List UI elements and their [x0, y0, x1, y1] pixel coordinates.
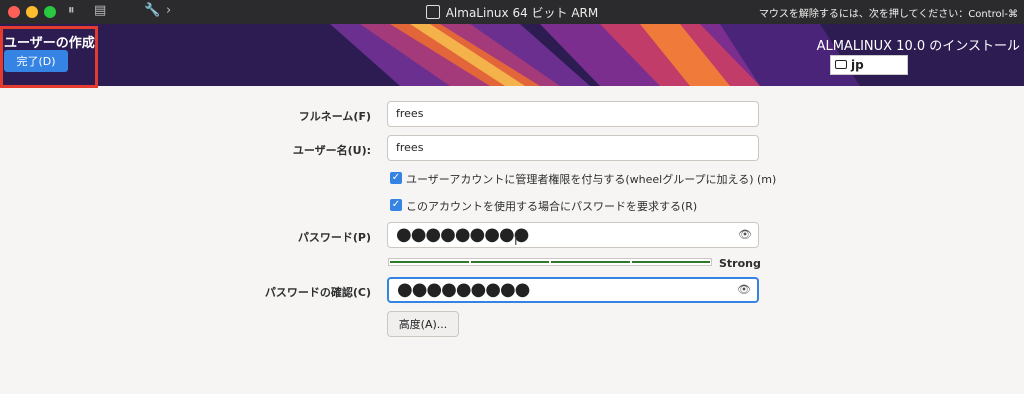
app-icon [425, 5, 440, 19]
confirm-password-label: パスワードの確認(C) [264, 286, 371, 299]
fullname-field[interactable]: frees [387, 101, 759, 127]
keyboard-icon [835, 60, 847, 69]
strength-segment [390, 261, 469, 263]
require-password-checkbox[interactable]: ✓ [390, 199, 402, 211]
confirm-password-masked-value: ●●●●●●●●● [397, 279, 530, 300]
username-label: ユーザー名(U): [292, 144, 371, 157]
admin-checkbox[interactable]: ✓ [390, 172, 402, 184]
text-cursor-icon: I [514, 234, 518, 248]
username-field[interactable]: frees [387, 135, 759, 161]
release-mouse-hint: マウスを解除するには、次を押してください：Control-⌘ [758, 9, 1018, 20]
fullname-label: フルネーム(F) [298, 110, 371, 123]
confirm-password-field[interactable]: ●●●●●●●●● 👁 [387, 277, 759, 303]
show-password-eye-icon[interactable]: 👁 [738, 223, 752, 247]
require-password-checkbox-label[interactable]: このアカウントを使用する場合にパスワードを要求する(R) [406, 198, 697, 214]
password-strength-label: Strong [719, 257, 761, 270]
advanced-button[interactable]: 高度(A)... [387, 311, 459, 337]
strength-segment [631, 261, 710, 263]
show-confirm-password-eye-icon[interactable]: 👁 [737, 279, 751, 301]
highlight-annotation-box [0, 26, 98, 88]
admin-checkbox-label[interactable]: ユーザーアカウントに管理者権限を付与する(wheelグループに加える) (m) [406, 171, 776, 187]
strength-segment [470, 261, 549, 263]
password-strength-bar [388, 258, 712, 266]
password-field[interactable]: ●●●●●●●●● 👁 [387, 222, 759, 248]
strength-segment [551, 261, 630, 263]
password-label: パスワード(P) [297, 231, 371, 244]
install-title: ALMALINUX 10.0 のインストール [816, 39, 1020, 54]
window-titlebar: ⏸ ▤ 🔧 › AlmaLinux 64 ビット ARM マウスを解除するには、… [0, 0, 1024, 24]
password-masked-value: ●●●●●●●●● [396, 224, 529, 245]
keyboard-layout-indicator[interactable]: jp [830, 55, 908, 75]
header-banner: ユーザーの作成 完了(D) ALMALINUX 10.0 のインストール jp [0, 24, 1024, 86]
